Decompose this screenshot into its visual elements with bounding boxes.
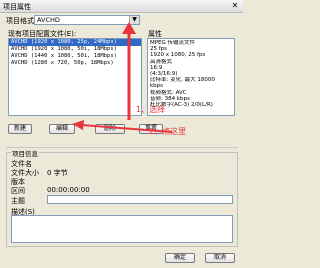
cancel-button[interactable]: 取消 [205, 253, 235, 263]
duration-label: 区间 [11, 187, 25, 195]
divider [6, 147, 238, 148]
new-button[interactable]: 新建 [8, 124, 32, 134]
description-textarea[interactable] [11, 215, 233, 243]
annotation-step2: 2、点这里 [149, 127, 187, 136]
format-value: AVCHD [37, 16, 60, 24]
file-size-value: 0 字节 [47, 169, 68, 177]
title-bar: 项目属性 ✕ [0, 0, 243, 13]
subject-label: 主题 [11, 197, 25, 205]
close-icon[interactable]: ✕ [230, 1, 240, 10]
project-info-group: 项目信息 文件名 文件大小 0 字节 版本 区间 00:00:00:00 主题 … [6, 148, 238, 247]
duration-value: 00:00:00:00 [47, 186, 90, 194]
annotation-step1: 1、选择 [136, 105, 166, 114]
window-title: 项目属性 [3, 3, 31, 11]
project-info-label: 项目信息 [11, 148, 39, 158]
subject-input[interactable] [47, 195, 233, 204]
ok-button[interactable]: 确定 [165, 253, 195, 263]
